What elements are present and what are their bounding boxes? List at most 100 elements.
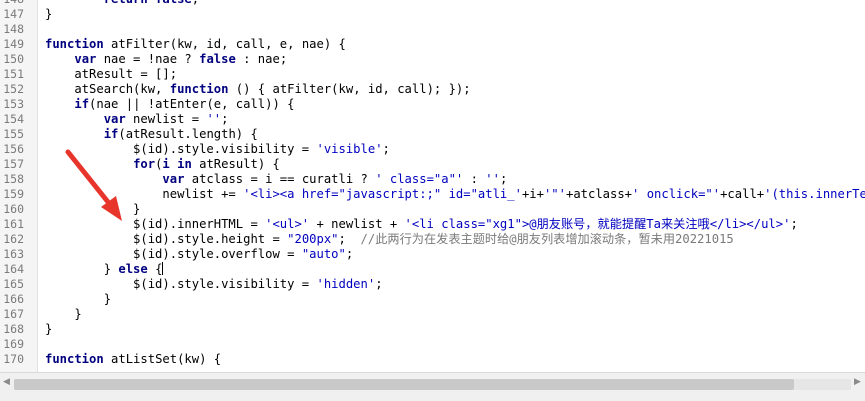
code-token: ; bbox=[790, 217, 798, 231]
code-line[interactable]: 151 atResult = []; bbox=[0, 67, 865, 82]
line-number: 151 bbox=[3, 67, 24, 81]
code-line[interactable]: 164 } else { bbox=[0, 262, 865, 277]
code-text: } else { bbox=[45, 262, 164, 277]
code-token: $(id).style.visibility = bbox=[45, 277, 317, 291]
line-number: 147 bbox=[3, 7, 24, 21]
code-line[interactable]: 169 bbox=[0, 337, 865, 352]
code-text: atResult = []; bbox=[45, 67, 177, 82]
code-token: if bbox=[103, 127, 119, 141]
code-line[interactable]: 157 for(i in atResult) { bbox=[0, 157, 865, 172]
code-line[interactable]: 156 $(id).style.visibility = 'visible'; bbox=[0, 142, 865, 157]
code-line[interactable]: 163 $(id).style.overflow = "auto"; bbox=[0, 247, 865, 262]
code-token: '"' bbox=[543, 187, 566, 201]
code-token: } bbox=[45, 322, 53, 336]
code-line[interactable]: 161 $(id).innerHTML = '<ul>' + newlist +… bbox=[0, 217, 865, 232]
line-number: 164 bbox=[3, 262, 24, 276]
line-number: 162 bbox=[3, 232, 24, 246]
code-line[interactable]: 154 var newlist = ''; bbox=[0, 112, 865, 127]
code-line[interactable]: 159 newlist += '<li><a href="javascript:… bbox=[0, 187, 865, 202]
code-token: in bbox=[177, 157, 192, 171]
code-line[interactable]: 158 var atclass = i == curatli ? ' class… bbox=[0, 172, 865, 187]
code-text: $(id).style.height = "200px"; //此两行为在发表主… bbox=[45, 232, 734, 247]
code-token: 'hidden' bbox=[316, 277, 376, 291]
scroll-right-icon[interactable]: ▶ bbox=[854, 377, 861, 387]
code-token: { bbox=[147, 262, 163, 276]
scrollbar-thumb[interactable] bbox=[14, 379, 794, 390]
code-text: var newlist = ''; bbox=[45, 112, 229, 127]
line-number: 168 bbox=[3, 322, 24, 336]
code-token: (atResult.length) { bbox=[118, 127, 258, 141]
code-token: + newlist + bbox=[309, 217, 405, 231]
line-number: 157 bbox=[3, 157, 24, 171]
code-token: : bbox=[463, 172, 486, 186]
code-token: else bbox=[118, 262, 148, 276]
line-number: 163 bbox=[3, 247, 24, 261]
line-number: 170 bbox=[3, 352, 24, 366]
code-line[interactable]: 148 bbox=[0, 22, 865, 37]
code-line[interactable]: 167 } bbox=[0, 307, 865, 322]
horizontal-scrollbar[interactable]: ◀ ▶ bbox=[0, 372, 865, 401]
code-text: } bbox=[45, 7, 52, 22]
code-token: nae = !nae ? bbox=[96, 52, 200, 66]
code-token: } bbox=[45, 202, 141, 216]
code-token: return false bbox=[104, 0, 192, 6]
code-line[interactable]: 170 function atListSet(kw) { bbox=[0, 352, 865, 367]
code-line[interactable]: 166 } bbox=[0, 292, 865, 307]
code-line[interactable]: 148 return false; bbox=[0, 0, 865, 7]
code-line[interactable]: 149 function atFilter(kw, id, call, e, na… bbox=[0, 37, 865, 52]
code-line[interactable]: 165 $(id).style.visibility = 'hidden'; bbox=[0, 277, 865, 292]
code-token: ; bbox=[375, 277, 383, 291]
line-number: 154 bbox=[3, 112, 24, 126]
code-token: //此两行为在发表主题时给@朋友列表增加滚动条，暂未用20221015 bbox=[360, 232, 734, 246]
code-token: } bbox=[45, 307, 82, 321]
code-line[interactable]: 168} bbox=[0, 322, 865, 337]
code-token: } bbox=[45, 262, 119, 276]
code-token: '<li><a href="javascript:;" id="atli_' bbox=[243, 187, 522, 201]
code-token: '' bbox=[485, 172, 500, 186]
code-line[interactable]: 155 if(atResult.length) { bbox=[0, 127, 865, 142]
code-token: '<li class="xg1">@朋友账号，就能提醒Ta来关注哦</li></… bbox=[404, 217, 791, 231]
line-number: 148 bbox=[3, 22, 24, 36]
code-text: function atListSet(kw) { bbox=[45, 352, 221, 367]
code-token: atResult) { bbox=[191, 157, 280, 171]
code-token: ; bbox=[221, 112, 229, 126]
code-line[interactable]: 153 if(nae || !atEnter(e, call)) { bbox=[0, 97, 865, 112]
code-token: $(id).innerHTML = bbox=[45, 217, 266, 231]
code-editor[interactable]: 148 return false;147}148149function atFi… bbox=[0, 0, 865, 372]
code-token: ' onclick="' bbox=[632, 187, 721, 201]
code-token: ' class="a"' bbox=[375, 172, 464, 186]
code-token: ; bbox=[345, 247, 354, 261]
code-line[interactable]: 152 atSearch(kw, function () { atFilter(… bbox=[0, 82, 865, 97]
code-line[interactable]: 162 $(id).style.height = "200px"; //此两行为… bbox=[0, 232, 865, 247]
code-text: if(atResult.length) { bbox=[45, 127, 258, 142]
line-number: 160 bbox=[3, 202, 24, 216]
code-line[interactable]: 147} bbox=[0, 7, 865, 22]
code-text: $(id).style.visibility = 'visible'; bbox=[45, 142, 390, 157]
line-number: 152 bbox=[3, 82, 24, 96]
code-token: atclass = i == curatli ? bbox=[184, 172, 376, 186]
line-number: 158 bbox=[3, 172, 24, 186]
code-text: newlist += '<li><a href="javascript:;" i… bbox=[45, 187, 865, 202]
code-token: } bbox=[45, 292, 112, 306]
line-number: 150 bbox=[3, 52, 24, 66]
code-text: } bbox=[45, 292, 111, 307]
code-text: var atclass = i == curatli ? ' class="a"… bbox=[45, 172, 507, 187]
scroll-left-icon[interactable]: ◀ bbox=[3, 377, 10, 387]
code-token: '<ul>' bbox=[265, 217, 310, 231]
code-line[interactable]: 160 } bbox=[0, 202, 865, 217]
code-text: if(nae || !atEnter(e, call)) { bbox=[45, 97, 294, 112]
code-token: +i+ bbox=[521, 187, 544, 201]
code-text: for(i in atResult) { bbox=[45, 157, 280, 172]
code-text: function atFilter(kw, id, call, e, nae) … bbox=[45, 37, 346, 52]
code-text: return false; bbox=[45, 0, 199, 7]
line-number: 153 bbox=[3, 97, 24, 111]
code-token: "auto" bbox=[301, 247, 346, 261]
code-line[interactable]: 150 var nae = !nae ? false : nae; bbox=[0, 52, 865, 67]
code-token: '' bbox=[206, 112, 222, 126]
